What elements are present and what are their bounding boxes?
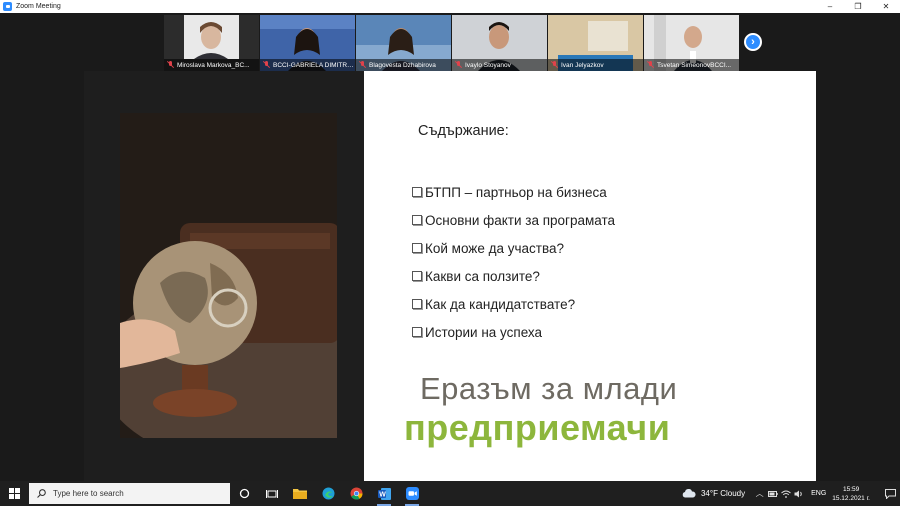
- weather-text: 34°F Cloudy: [700, 489, 746, 498]
- participant-name: Tsvetan SimeonovBCCI...: [657, 61, 732, 69]
- cortana-icon: [239, 488, 249, 499]
- participant-tile-active-speaker[interactable]: BCCI-GABRIELA DIMITRO...: [260, 15, 355, 71]
- mic-muted-icon: [455, 61, 462, 69]
- zoom-app-icon: [3, 2, 12, 11]
- globe-photo: [120, 113, 337, 438]
- meeting-area: Miroslava Markova_BC... BCCI-GABRIELA DI…: [0, 13, 900, 481]
- word-icon: W: [377, 487, 391, 500]
- list-item-text: Основни факти за програмата: [425, 212, 616, 228]
- wifi-icon: [780, 490, 791, 498]
- checkbox-bullet-icon: [412, 215, 422, 225]
- zoom-icon: [405, 487, 419, 500]
- mic-muted-icon: [167, 61, 174, 69]
- taskbar-app-word[interactable]: W: [370, 481, 398, 506]
- clock-date: 15.12.2021 г.: [832, 494, 870, 502]
- cortana-button[interactable]: [230, 481, 258, 506]
- file-explorer-icon: [293, 489, 307, 499]
- list-item: Основни факти за програмата: [412, 206, 615, 234]
- participant-namebar: Tsvetan SimeonovBCCI...: [644, 59, 739, 71]
- weather-widget[interactable]: 34°F Cloudy: [682, 489, 745, 498]
- taskbar-app-chrome[interactable]: [342, 481, 370, 506]
- taskbar-app-zoom[interactable]: [398, 481, 426, 506]
- participant-name: BCCI-GABRIELA DIMITRO...: [273, 61, 355, 69]
- participant-namebar: Miroslava Markova_BC...: [164, 59, 259, 71]
- list-item-text: Кой може да участва?: [425, 240, 564, 256]
- participant-tile[interactable]: Ivaylo Stoyanov: [452, 15, 547, 71]
- search-icon: [37, 489, 46, 498]
- list-item-text: Истории на успеха: [425, 324, 543, 340]
- windows-taskbar: Type here to search W 34°F Cloudy ︿ ENG …: [0, 481, 900, 506]
- slide-content-panel: Съдържание: БТПП – партньор на бизнеса О…: [364, 71, 816, 481]
- list-item: БТПП – партньор на бизнеса: [412, 178, 615, 206]
- list-item-text: БТПП – партньор на бизнеса: [425, 184, 607, 200]
- network-button[interactable]: [779, 481, 792, 506]
- task-view-icon: [266, 489, 278, 498]
- window-titlebar: Zoom Meeting – ❐ ✕: [0, 0, 900, 13]
- list-item: Истории на успеха: [412, 318, 615, 346]
- participant-tile[interactable]: Tsvetan SimeonovBCCI...: [644, 15, 739, 71]
- battery-icon: [767, 490, 778, 497]
- participant-strip: Miroslava Markova_BC... BCCI-GABRIELA DI…: [164, 15, 739, 71]
- system-tray: 34°F Cloudy ︿ ENG 15:59 15.12.2021 г.: [682, 481, 900, 506]
- participant-name: Ivaylo Stoyanov: [465, 61, 511, 69]
- participant-namebar: Ivan Jelyazkov: [548, 59, 643, 71]
- mic-muted-icon: [551, 61, 558, 69]
- search-placeholder: Type here to search: [53, 489, 124, 498]
- participant-tile[interactable]: Blagovesta Dzhabirova: [356, 15, 451, 71]
- slide-image-panel: [84, 71, 364, 481]
- chevron-up-icon: ︿: [755, 489, 764, 498]
- participant-tile[interactable]: Miroslava Markova_BC...: [164, 15, 259, 71]
- cloud-icon: [682, 489, 696, 498]
- participant-name: Ivan Jelyazkov: [561, 61, 604, 69]
- slide-heading: Съдържание:: [418, 123, 509, 139]
- speaker-icon: [794, 490, 802, 497]
- mic-muted-icon: [647, 61, 654, 69]
- edge-icon: [322, 487, 334, 500]
- window-title: Zoom Meeting: [16, 3, 61, 10]
- list-item: Какви са ползите?: [412, 262, 615, 290]
- close-button[interactable]: ✕: [872, 0, 900, 13]
- checkbox-bullet-icon: [412, 327, 422, 337]
- start-button[interactable]: [0, 481, 28, 506]
- list-item-text: Какви са ползите?: [425, 268, 540, 284]
- svg-text:W: W: [379, 491, 386, 498]
- windows-logo-icon: [8, 488, 20, 499]
- minimize-button[interactable]: –: [816, 0, 844, 13]
- next-participants-arrow-icon[interactable]: ›: [744, 33, 762, 51]
- taskbar-clock[interactable]: 15:59 15.12.2021 г.: [832, 485, 870, 503]
- checkbox-bullet-icon: [412, 243, 422, 253]
- taskbar-search-box[interactable]: Type here to search: [29, 483, 230, 504]
- participant-namebar: Blagovesta Dzhabirova: [356, 59, 451, 71]
- mic-muted-icon: [263, 61, 270, 69]
- checkbox-bullet-icon: [412, 271, 422, 281]
- list-item: Кой може да участва?: [412, 234, 615, 262]
- task-view-button[interactable]: [258, 481, 286, 506]
- show-hidden-icons-button[interactable]: ︿: [753, 481, 766, 506]
- input-language[interactable]: ENG: [811, 490, 826, 497]
- maximize-button[interactable]: ❐: [844, 0, 872, 13]
- slide-contents-list: БТПП – партньор на бизнеса Основни факти…: [412, 178, 615, 346]
- mic-muted-icon: [359, 61, 366, 69]
- checkbox-bullet-icon: [412, 187, 422, 197]
- list-item-text: Как да кандидатствате?: [425, 296, 576, 312]
- clock-time: 15:59: [842, 485, 860, 493]
- participant-name: Miroslava Markova_BC...: [177, 61, 250, 69]
- participant-name: Blagovesta Dzhabirova: [369, 61, 436, 69]
- checkbox-bullet-icon: [412, 299, 422, 309]
- taskbar-app-edge[interactable]: [314, 481, 342, 506]
- participant-namebar: Ivaylo Stoyanov: [452, 59, 547, 71]
- list-item: Как да кандидатствате?: [412, 290, 615, 318]
- slide-title-line1: Еразъм за млади: [420, 371, 678, 406]
- participant-namebar: BCCI-GABRIELA DIMITRO...: [260, 59, 355, 71]
- taskbar-app-file-explorer[interactable]: [286, 481, 314, 506]
- battery-button[interactable]: [766, 481, 779, 506]
- notification-icon: [884, 488, 896, 499]
- action-center-button[interactable]: [880, 481, 900, 506]
- volume-button[interactable]: [792, 481, 805, 506]
- chrome-icon: [350, 487, 362, 500]
- slide-title-line2: предприемачи: [404, 407, 671, 448]
- participant-tile[interactable]: Ivan Jelyazkov: [548, 15, 643, 71]
